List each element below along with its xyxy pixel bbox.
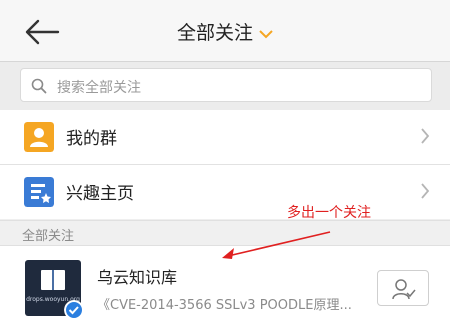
annotation-text: 多出一个关注 (287, 205, 371, 221)
top-bar: 全部关注 (0, 0, 450, 62)
search-area: 搜索全部关注 (0, 62, 450, 110)
search-placeholder: 搜索全部关注 (57, 80, 141, 96)
user-check-icon (392, 279, 416, 300)
interest-page-icon (24, 177, 54, 207)
group-icon (24, 122, 54, 152)
chevron-down-icon (259, 29, 273, 38)
account-name: 乌云知识库 (97, 268, 178, 287)
title-dropdown[interactable]: 全部关注 (0, 18, 450, 45)
section-header: 全部关注 (0, 220, 450, 246)
page-title: 全部关注 (176, 22, 253, 44)
search-input[interactable]: 搜索全部关注 (20, 68, 432, 102)
account-latest-post: 《CVE-2014-3566 SSLv3 POODLE原理... (97, 298, 352, 313)
chevron-right-icon (421, 183, 430, 199)
followed-account-row[interactable]: drops.wooyun.org 乌云知识库 《CVE-2014-3566 SS… (0, 246, 450, 335)
menu-item-interest-pages[interactable]: 兴趣主页 (0, 165, 450, 219)
book-icon (41, 270, 65, 290)
menu-item-label: 兴趣主页 (66, 184, 134, 204)
chevron-right-icon (421, 128, 430, 144)
search-icon (31, 78, 47, 94)
menu-item-my-groups[interactable]: 我的群 (0, 110, 450, 164)
verified-badge-icon (64, 300, 84, 320)
menu-item-label: 我的群 (66, 129, 117, 149)
section-title: 全部关注 (22, 229, 75, 244)
following-status-button[interactable] (377, 270, 429, 306)
